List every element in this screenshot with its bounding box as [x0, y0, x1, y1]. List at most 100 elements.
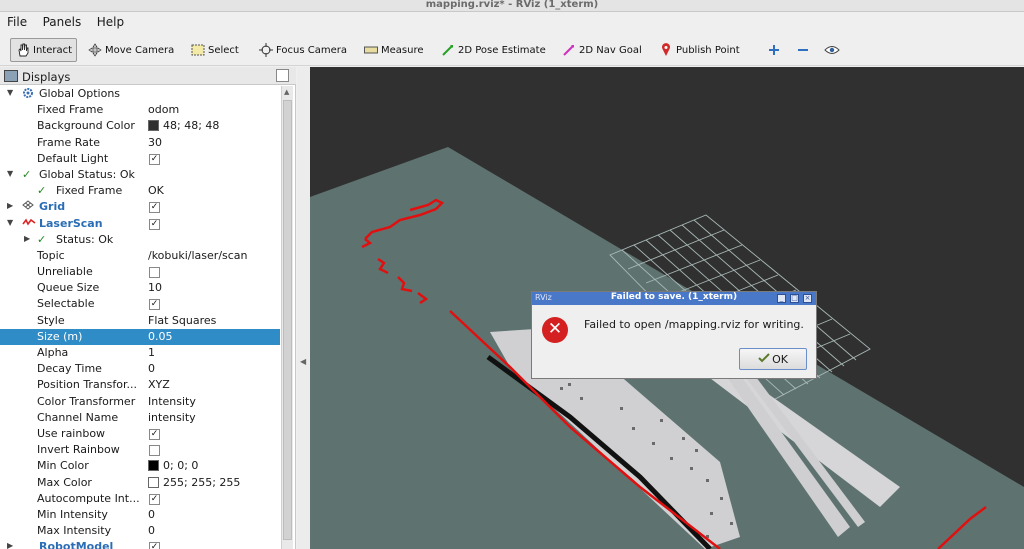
tree-row-max-intensity[interactable]: Max Intensity 0 — [0, 523, 280, 539]
interact-tool-button[interactable]: Interact — [10, 38, 78, 62]
tree-row-autocompute-intensity[interactable]: Autocompute Int... ✓ — [0, 491, 280, 507]
tree-row-style[interactable]: Style Flat Squares — [0, 313, 280, 329]
tree-row-min-color[interactable]: Min Color 0; 0; 0 — [0, 458, 280, 474]
tree-value[interactable]: intensity — [148, 411, 196, 424]
close-button[interactable]: × — [803, 294, 812, 303]
pose-estimate-label: 2D Pose Estimate — [458, 44, 546, 56]
tree-value[interactable]: 0.05 — [148, 330, 173, 343]
tree-row-selectable[interactable]: Selectable ✓ — [0, 296, 280, 312]
tree-label: LaserScan — [39, 216, 103, 230]
tree-row-use-rainbow[interactable]: Use rainbow ✓ — [0, 426, 280, 442]
measure-label: Measure — [381, 44, 424, 56]
tree-label: Autocompute Int... — [37, 491, 140, 505]
tree-row-topic[interactable]: Topic /kobuki/laser/scan — [0, 248, 280, 264]
tree-value[interactable]: 0 — [148, 524, 155, 537]
tree-row-unreliable[interactable]: Unreliable — [0, 264, 280, 280]
tree-label: Global Status: Ok — [39, 167, 135, 181]
tree-value[interactable]: Intensity — [148, 395, 196, 408]
selectable-checkbox[interactable]: ✓ — [149, 299, 160, 311]
tree-value[interactable]: 0 — [148, 362, 155, 375]
color-value: 255; 255; 255 — [163, 475, 241, 489]
unreliable-checkbox[interactable] — [149, 267, 160, 279]
measure-button[interactable]: Measure — [363, 38, 424, 62]
tree-row-frame-rate[interactable]: Frame Rate 30 — [0, 135, 280, 151]
collapse-arrow-icon[interactable]: ▼ — [7, 88, 13, 97]
tree-row-global-status[interactable]: ▼ ✓ Global Status: Ok — [0, 167, 280, 183]
move-camera-button[interactable]: Move Camera — [87, 38, 174, 62]
minimize-button[interactable]: _ — [777, 294, 786, 303]
menu-panels[interactable]: Panels — [43, 12, 82, 29]
color-swatch — [148, 460, 159, 472]
tree-value[interactable]: odom — [148, 103, 179, 116]
zoom-out-icon — [795, 42, 811, 58]
tree-row-decay-time[interactable]: Decay Time 0 — [0, 361, 280, 377]
tree-row-laserscan[interactable]: ▼ LaserScan ✓ — [0, 216, 280, 232]
tree-value[interactable]: Flat Squares — [148, 314, 216, 327]
tree-row-queue-size[interactable]: Queue Size 10 — [0, 280, 280, 296]
tree-row-grid[interactable]: ▶ Grid ✓ — [0, 199, 280, 215]
tree-row-max-color[interactable]: Max Color 255; 255; 255 — [0, 475, 280, 491]
window-titlebar: mapping.rviz* - RViz (1_xterm) — [0, 0, 1024, 12]
invert-rainbow-checkbox[interactable] — [149, 445, 160, 457]
tree-row-invert-rainbow[interactable]: Invert Rainbow — [0, 442, 280, 458]
tree-row-channel-name[interactable]: Channel Name intensity — [0, 410, 280, 426]
publish-point-icon — [658, 42, 674, 58]
autocompute-checkbox[interactable]: ✓ — [149, 493, 160, 505]
zoom-in-icon — [766, 42, 782, 58]
panel-splitter[interactable]: ◀ — [297, 67, 310, 549]
focus-camera-button[interactable]: Focus Camera — [258, 38, 347, 62]
view-options-button[interactable] — [824, 38, 842, 62]
collapse-left-icon[interactable]: ◀ — [300, 357, 306, 366]
default-light-checkbox[interactable]: ✓ — [149, 153, 160, 165]
scrollbar-thumb[interactable] — [283, 100, 292, 540]
grid-enabled-checkbox[interactable]: ✓ — [149, 202, 160, 214]
menu-help[interactable]: Help — [97, 12, 124, 29]
publish-point-button[interactable]: Publish Point — [658, 38, 740, 62]
tree-value[interactable]: 10 — [148, 281, 162, 294]
tree-value[interactable]: 1 — [148, 346, 155, 359]
tree-value[interactable]: /kobuki/laser/scan — [148, 249, 248, 262]
expand-arrow-icon[interactable]: ▶ — [24, 234, 30, 243]
tree-value[interactable]: 0 — [148, 508, 155, 521]
tree-row-robotmodel[interactable]: ▶ RobotModel ✓ — [0, 539, 280, 549]
tree-row-position-transformer[interactable]: Position Transfor... XYZ — [0, 377, 280, 393]
tree-value[interactable]: 30 — [148, 136, 162, 149]
tree-value[interactable]: 255; 255; 255 — [148, 476, 240, 489]
zoom-out-button[interactable] — [795, 38, 813, 62]
status-ok-icon: ✓ — [37, 184, 47, 198]
ok-button[interactable]: OK — [739, 348, 807, 370]
select-button[interactable]: Select — [190, 38, 239, 62]
dialog-title: Failed to save. (1_xterm) — [610, 292, 738, 302]
collapse-arrow-icon[interactable]: ▼ — [7, 169, 13, 178]
zoom-in-button[interactable] — [766, 38, 784, 62]
tree-row-status-fixed-frame[interactable]: ✓ Fixed Frame OK — [0, 183, 280, 199]
collapse-arrow-icon[interactable]: ▼ — [7, 218, 13, 227]
use-rainbow-checkbox[interactable]: ✓ — [149, 428, 160, 440]
tree-row-background-color[interactable]: Background Color 48; 48; 48 — [0, 118, 280, 134]
expand-arrow-icon[interactable]: ▶ — [7, 201, 13, 210]
tree-row-size[interactable]: Size (m) 0.05 — [0, 328, 280, 345]
menu-file[interactable]: File — [7, 12, 27, 29]
tree-value[interactable]: 0; 0; 0 — [148, 459, 198, 472]
tree-label: Style — [37, 313, 65, 327]
tree-label: Min Intensity — [37, 507, 108, 521]
tree-row-global-options[interactable]: ▼ Global Options — [0, 86, 280, 102]
expand-arrow-icon[interactable]: ▶ — [7, 541, 13, 549]
tree-row-laser-status[interactable]: ▶ ✓ Status: Ok — [0, 232, 280, 248]
pose-estimate-button[interactable]: 2D Pose Estimate — [440, 38, 546, 62]
tree-row-default-light[interactable]: Default Light ✓ — [0, 151, 280, 167]
tree-value[interactable]: XYZ — [148, 378, 170, 391]
scroll-up-icon[interactable]: ▲ — [284, 88, 289, 96]
display-tree: ▼ Global Options Fixed Frame odom Backgr… — [0, 86, 280, 549]
tree-row-min-intensity[interactable]: Min Intensity 0 — [0, 507, 280, 523]
tree-scrollbar[interactable]: ▲ — [281, 86, 293, 549]
tree-row-color-transformer[interactable]: Color Transformer Intensity — [0, 394, 280, 410]
panel-float-button[interactable] — [276, 69, 289, 82]
robotmodel-enabled-checkbox[interactable]: ✓ — [149, 542, 160, 549]
maximize-button[interactable]: □ — [790, 294, 799, 303]
nav-goal-button[interactable]: 2D Nav Goal — [561, 38, 642, 62]
tree-value[interactable]: 48; 48; 48 — [148, 119, 219, 132]
laserscan-enabled-checkbox[interactable]: ✓ — [149, 218, 160, 230]
tree-row-alpha[interactable]: Alpha 1 — [0, 345, 280, 361]
tree-row-fixed-frame[interactable]: Fixed Frame odom — [0, 102, 280, 118]
